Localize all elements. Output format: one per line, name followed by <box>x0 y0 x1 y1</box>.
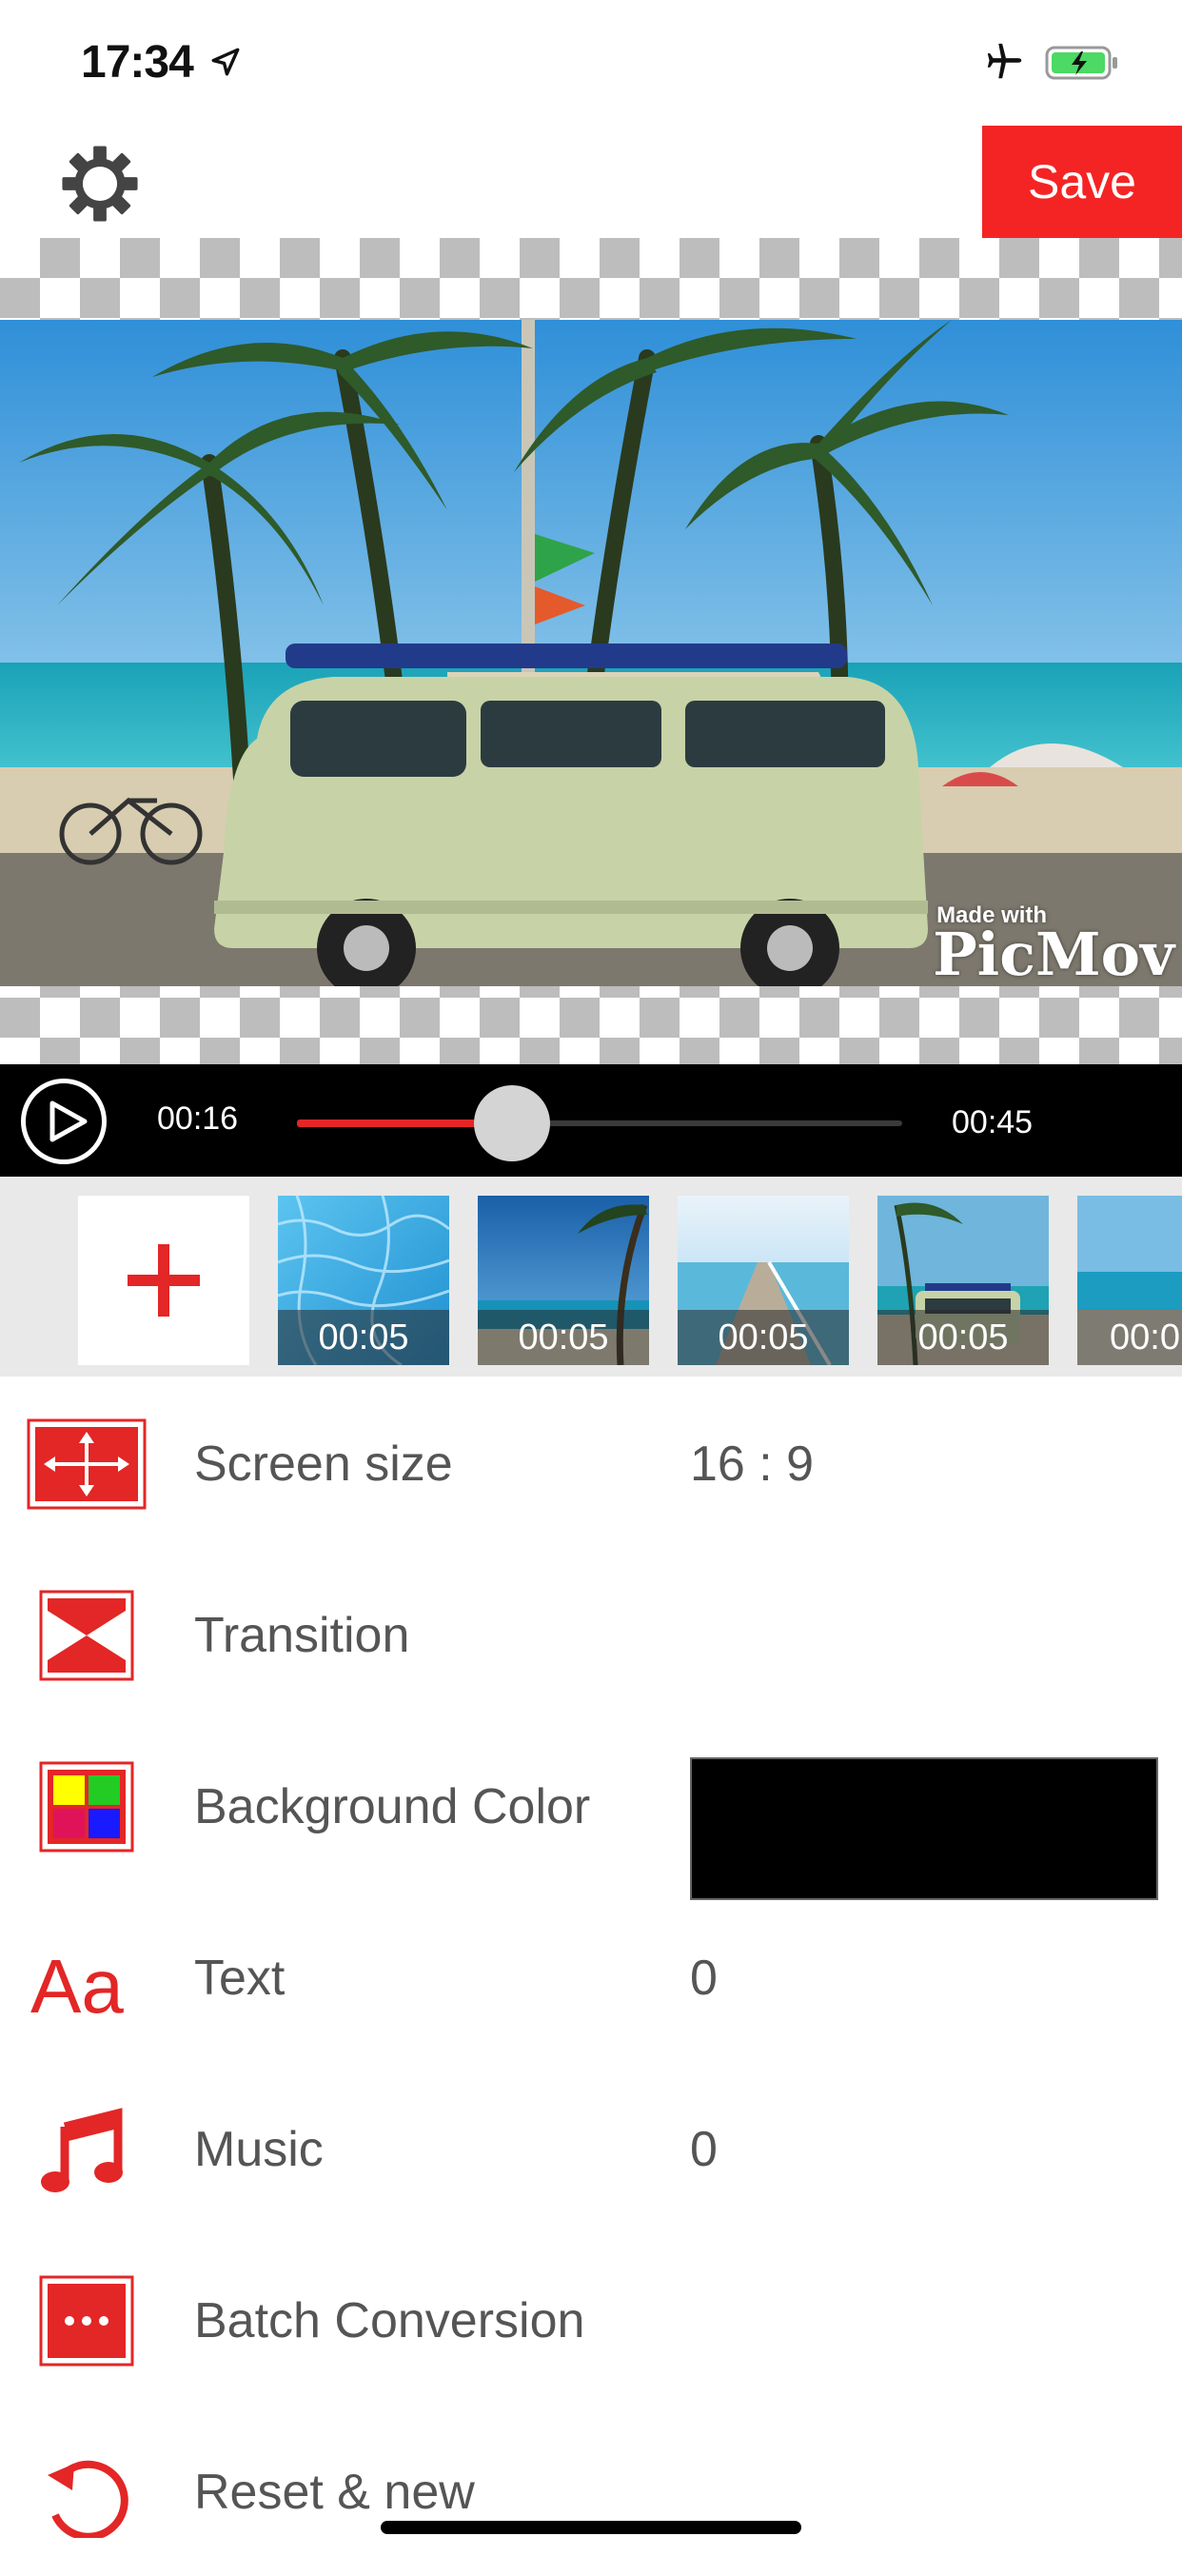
clip-thumbnail[interactable]: 00:05 <box>678 1196 849 1365</box>
setting-label: Transition <box>194 1608 410 1663</box>
clip-timeline[interactable]: 00:05 00:05 00:05 00:05 00:0 <box>0 1177 1182 1377</box>
current-time: 00:16 <box>157 1100 239 1137</box>
text-count: 0 <box>690 1951 718 2006</box>
scrubber-handle[interactable] <box>473 1085 550 1161</box>
setting-label: Screen size <box>194 1437 453 1492</box>
setting-label: Reset & new <box>194 2465 475 2520</box>
batch-icon <box>39 2275 134 2367</box>
save-button[interactable]: Save <box>982 126 1182 238</box>
setting-screen-size[interactable]: Screen size 16 : 9 <box>0 1377 1182 1548</box>
status-time: 17:34 <box>81 37 194 88</box>
play-button[interactable] <box>21 1079 107 1164</box>
airplane-mode-icon <box>987 43 1022 79</box>
music-note-icon <box>41 2108 123 2192</box>
beach-van-illustration <box>0 320 1182 986</box>
clip-duration: 00:05 <box>877 1310 1049 1365</box>
setting-text[interactable]: Aa Text 0 <box>0 1891 1182 2062</box>
setting-music[interactable]: Music 0 <box>0 2062 1182 2233</box>
watermark: Made with PicMov <box>933 902 1174 986</box>
add-clip-button[interactable] <box>78 1196 249 1365</box>
screen-size-value: 16 : 9 <box>690 1437 815 1492</box>
clip-thumbnail[interactable]: 00:0 <box>1077 1196 1182 1365</box>
total-time: 00:45 <box>952 1104 1034 1140</box>
gear-icon[interactable] <box>59 143 141 225</box>
play-icon <box>49 1100 88 1142</box>
setting-label: Batch Conversion <box>194 2293 585 2348</box>
home-indicator <box>381 2521 801 2534</box>
setting-transition[interactable]: Transition <box>0 1548 1182 1719</box>
clip-duration: 00:0 <box>1077 1310 1182 1365</box>
clip-duration: 00:05 <box>278 1310 449 1365</box>
transition-icon <box>39 1590 134 1681</box>
setting-label: Music <box>194 2122 324 2177</box>
location-arrow-icon <box>211 48 240 76</box>
battery-charging-icon <box>1045 46 1117 80</box>
video-preview[interactable]: Made with PicMov <box>0 238 1182 1064</box>
setting-label: Text <box>194 1951 286 2006</box>
screen-size-icon <box>27 1418 147 1510</box>
preview-image: Made with PicMov <box>0 320 1182 986</box>
setting-reset-new[interactable]: Reset & new <box>0 2405 1182 2576</box>
music-count: 0 <box>690 2122 718 2177</box>
color-grid-icon <box>39 1761 134 1853</box>
status-bar: 17:34 <box>0 0 1182 124</box>
playback-bar: 00:16 00:45 <box>0 1064 1182 1177</box>
clip-thumbnail[interactable]: 00:05 <box>278 1196 449 1365</box>
clip-thumbnail[interactable]: 00:05 <box>478 1196 649 1365</box>
setting-label: Background Color <box>194 1779 591 1834</box>
background-color-swatch[interactable] <box>690 1757 1158 1900</box>
text-aa-icon: Aa <box>30 1944 124 2024</box>
watermark-brand: PicMov <box>933 920 1174 986</box>
clip-duration: 00:05 <box>678 1310 849 1365</box>
svg-text:Aa: Aa <box>30 1944 124 2024</box>
clip-duration: 00:05 <box>478 1310 649 1365</box>
clip-thumbnail[interactable]: 00:05 <box>877 1196 1049 1365</box>
setting-background-color[interactable]: Background Color <box>0 1719 1182 1900</box>
plus-icon <box>128 1244 200 1317</box>
reset-icon <box>48 2460 128 2538</box>
setting-batch-conversion[interactable]: Batch Conversion <box>0 2233 1182 2405</box>
